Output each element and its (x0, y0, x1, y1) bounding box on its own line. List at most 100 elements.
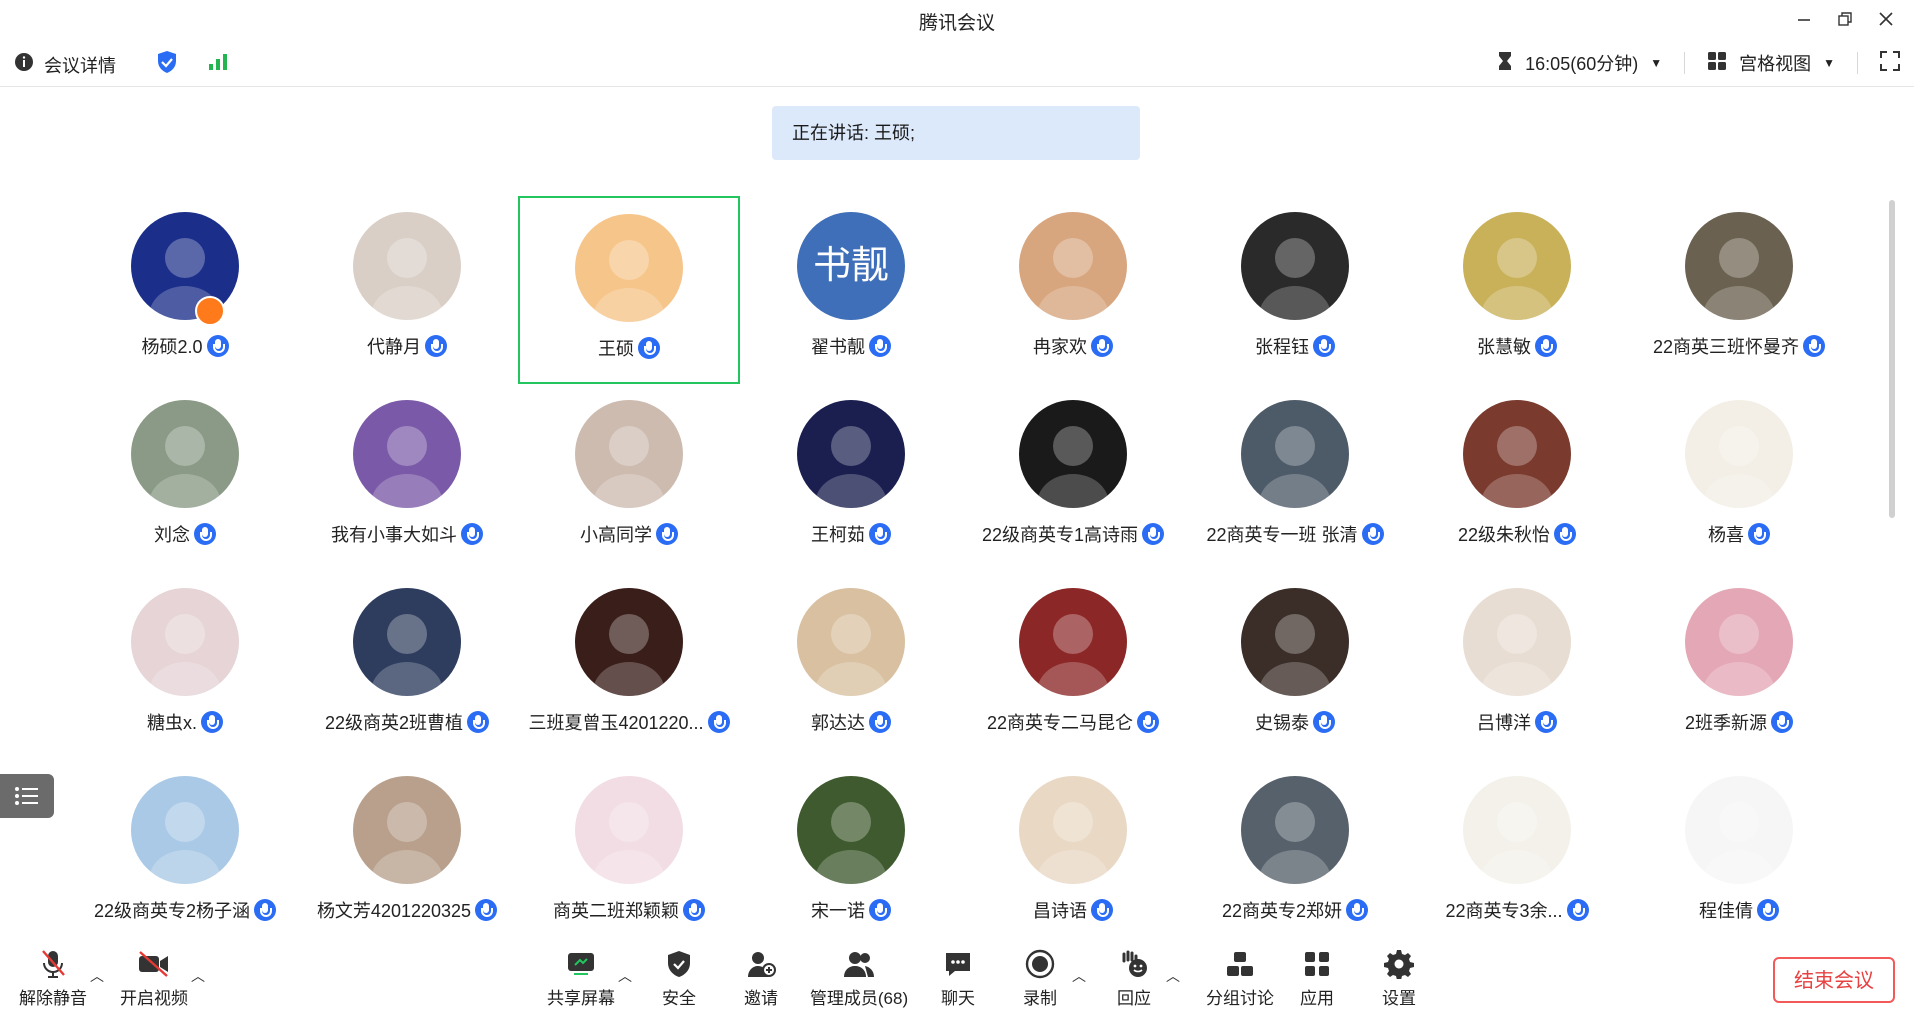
participant-tile[interactable]: 小高同学 (518, 384, 740, 572)
info-icon[interactable] (14, 52, 34, 77)
avatar (353, 588, 461, 696)
chat-button[interactable]: 聊天 (915, 944, 1001, 1014)
meeting-timer[interactable]: 16:05(60分钟) (1525, 50, 1638, 76)
participant-tile[interactable]: 糖虫x. (74, 572, 296, 760)
restore-button[interactable] (1827, 4, 1863, 34)
manage-members-button[interactable]: 管理成员(68) (800, 944, 918, 1014)
participant-tile[interactable]: 刘念 (74, 384, 296, 572)
chevron-down-icon[interactable]: ▼ (1823, 56, 1835, 70)
grid-scrollbar[interactable] (1889, 200, 1895, 518)
participant-tile[interactable]: 商英二班郑颖颖 (518, 760, 740, 948)
participant-name: 商英二班郑颖颖 (553, 901, 679, 921)
participant-tile[interactable]: 22级商英专2杨子涵 (74, 760, 296, 948)
avatar (797, 776, 905, 884)
avatar (575, 776, 683, 884)
participant-name: 杨文芳4201220325 (316, 901, 472, 921)
signal-strength-icon[interactable] (208, 53, 228, 76)
participant-tile[interactable]: 郭达达 (740, 572, 962, 760)
participant-name-line: 22商英专一班 张清 (1184, 521, 1406, 547)
mic-icon (707, 711, 730, 733)
participant-tile[interactable]: 22商英专2郑妍 (1184, 760, 1406, 948)
start-video-button[interactable]: 开启视频 (111, 944, 197, 1014)
participant-tile[interactable]: 我有小事大如斗 (296, 384, 518, 572)
share-options-caret[interactable]: ︿ (618, 966, 632, 986)
audio-options-caret[interactable]: ︿ (90, 966, 104, 986)
participant-name: 冉家欢 (1033, 337, 1087, 357)
participant-name-line: 22商英专3余... (1406, 897, 1628, 923)
participant-tile[interactable]: 22商英三班怀曼齐 (1628, 196, 1850, 384)
participant-tile[interactable]: 王柯茹 (740, 384, 962, 572)
participant-tile[interactable]: 吕博洋 (1406, 572, 1628, 760)
divider (1857, 52, 1858, 74)
fullscreen-icon[interactable] (1880, 50, 1900, 76)
participant-name: 22商英三班怀曼齐 (1652, 337, 1800, 357)
participant-name: 郭达达 (811, 713, 865, 733)
participant-tile[interactable]: 书靓 翟书靓 (740, 196, 962, 384)
avatar (353, 212, 461, 320)
minimize-button[interactable] (1786, 4, 1822, 34)
avatar (575, 588, 683, 696)
title-bar: 腾讯会议 (0, 0, 1914, 38)
gear-icon (1384, 950, 1414, 979)
participant-tile[interactable]: 史锡泰 (1184, 572, 1406, 760)
reaction-options-caret[interactable]: ︿ (1166, 966, 1180, 986)
participant-name-line: 22商英专2郑妍 (1184, 897, 1406, 923)
apps-button[interactable]: 应用 (1274, 944, 1360, 1014)
participant-tile[interactable]: 22级商英专1高诗雨 (962, 384, 1184, 572)
close-button[interactable] (1868, 4, 1904, 34)
end-meeting-button[interactable]: 结束会议 (1773, 957, 1895, 1003)
active-speaker-banner: 正在讲话: 王硕; (772, 106, 1140, 160)
participant-tile[interactable]: 宋一诺 (740, 760, 962, 948)
record-button[interactable]: 录制 (997, 944, 1083, 1014)
participant-tile[interactable]: 22级商英2班曹植 (296, 572, 518, 760)
record-options-caret[interactable]: ︿ (1072, 966, 1086, 986)
meeting-details-link[interactable]: 会议详情 (44, 52, 116, 78)
view-mode-select[interactable]: 宫格视图 (1739, 50, 1811, 76)
members-icon (844, 952, 874, 977)
participant-name-line: 张慧敏 (1406, 333, 1628, 359)
share-screen-button[interactable]: 共享屏幕 (538, 944, 624, 1014)
security-shield-icon[interactable] (156, 50, 178, 79)
participant-tile[interactable]: 22商英专二马昆仑 (962, 572, 1184, 760)
muted-mic-icon (42, 950, 65, 978)
participant-tile[interactable]: 冉家欢 (962, 196, 1184, 384)
participant-tile[interactable]: 杨喜 (1628, 384, 1850, 572)
member-list-toggle[interactable] (0, 774, 54, 818)
participant-tile[interactable]: 三班夏曾玉4201220... (518, 572, 740, 760)
participant-name-line: 糖虫x. (74, 709, 296, 735)
participant-tile[interactable]: 张程钰 (1184, 196, 1406, 384)
unmute-button[interactable]: 解除静音 (10, 944, 96, 1014)
settings-button[interactable]: 设置 (1356, 944, 1442, 1014)
chevron-down-icon[interactable]: ▼ (1650, 56, 1662, 70)
avatar (1685, 776, 1793, 884)
participant-tile[interactable]: 22级朱秋怡 (1406, 384, 1628, 572)
security-button[interactable]: 安全 (636, 944, 722, 1014)
video-options-caret[interactable]: ︿ (191, 966, 205, 986)
participant-name: 22商英专二马昆仑 (986, 713, 1134, 733)
participant-name: 杨硕2.0 (141, 337, 203, 357)
participant-name: 王硕 (598, 339, 634, 359)
participant-tile[interactable]: 代静月 (296, 196, 518, 384)
mic-icon (656, 523, 678, 545)
invite-button[interactable]: 邀请 (718, 944, 804, 1014)
participant-tile[interactable]: 张慧敏 (1406, 196, 1628, 384)
participant-name: 程佳倩 (1699, 901, 1753, 921)
participant-name-line: 宋一诺 (740, 897, 962, 923)
participant-tile[interactable]: 程佳倩 (1628, 760, 1850, 948)
participant-tile[interactable]: 22商英专3余... (1406, 760, 1628, 948)
participant-tile[interactable]: 杨硕2.0 (74, 196, 296, 384)
mic-icon (461, 523, 483, 545)
reaction-button[interactable]: 回应 (1091, 944, 1177, 1014)
grid-view-icon[interactable] (1707, 51, 1727, 76)
participant-tile[interactable]: 2班季新源 (1628, 572, 1850, 760)
participant-tile[interactable]: 昌诗语 (962, 760, 1184, 948)
share-screen-label: 共享屏幕 (547, 989, 615, 1008)
mic-icon (1346, 899, 1369, 921)
participant-name: 我有小事大如斗 (331, 525, 457, 545)
participant-tile[interactable]: 杨文芳4201220325 (296, 760, 518, 948)
meeting-info-bar: 会议详情 16:05(60分钟) ▼ 宫格视图 ▼ (0, 42, 1914, 87)
participant-tile-speaking[interactable]: 王硕 (518, 196, 740, 384)
participant-name-line: 22级商英2班曹植 (296, 709, 518, 735)
participant-name: 22级商英专2杨子涵 (93, 901, 251, 921)
participant-tile[interactable]: 22商英专一班 张清 (1184, 384, 1406, 572)
